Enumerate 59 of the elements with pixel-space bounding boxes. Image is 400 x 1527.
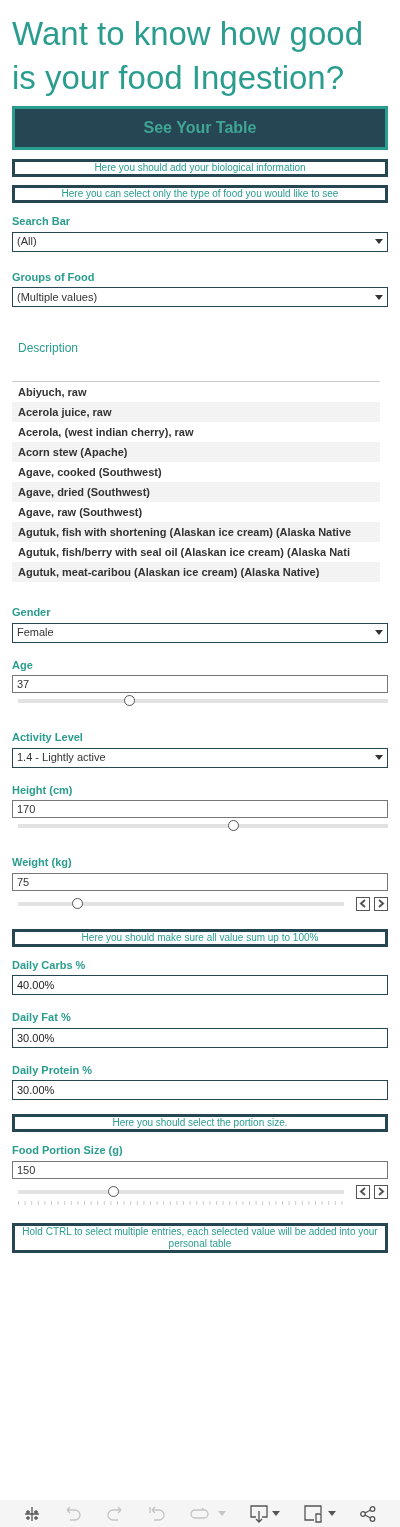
caret-icon[interactable] (328, 1511, 336, 1516)
caret-icon (375, 630, 383, 635)
next-button[interactable] (374, 896, 388, 911)
list-item[interactable]: Agave, dried (Southwest) (12, 482, 380, 502)
list-item[interactable]: Acorn stew (Apache) (12, 442, 380, 462)
field-label: Groups of Food (12, 269, 96, 285)
field-label: Weight (kg) (12, 855, 73, 870)
next-button[interactable] (374, 1184, 388, 1199)
input-field[interactable]: 170 (12, 800, 388, 818)
slider-track[interactable] (18, 901, 344, 906)
caret-icon (375, 239, 383, 244)
field-label: Daily Protein % (12, 1062, 94, 1078)
page-title: Want to know how good is your food Ingestion? (11, 14, 364, 98)
dropdown[interactable]: 1.4 - Lightly active (12, 747, 388, 768)
field-label: Food Portion Size (g) (12, 1143, 124, 1158)
slider-thumb[interactable] (71, 897, 83, 909)
list-item[interactable]: Acerola, (west indian cherry), raw (12, 422, 380, 442)
download-icon[interactable] (250, 1504, 268, 1523)
field-label: Height (cm) (12, 782, 74, 798)
input-field[interactable]: 75 (12, 872, 388, 891)
device-icon[interactable] (304, 1504, 324, 1523)
field-label: Gender (12, 605, 52, 620)
info-banner: Here you should make sure all value sum up to 100% (12, 928, 388, 947)
logo-icon[interactable] (24, 1505, 40, 1522)
input-field[interactable]: 150 (12, 1160, 388, 1179)
info-banner: Here you should add your biological information (12, 159, 388, 177)
field-label: Search Bar (12, 214, 72, 229)
info-banner: Here you can select only the type of food you would like to see (12, 185, 388, 203)
dropdown[interactable]: (Multiple values) (12, 287, 388, 307)
previous-button[interactable] (356, 896, 370, 911)
caret-icon (375, 294, 383, 300)
previous-button[interactable] (356, 1184, 370, 1199)
input-field[interactable]: 30.00% (12, 1080, 388, 1100)
dropdown[interactable]: (All) (12, 231, 388, 252)
slider-thumb[interactable] (227, 820, 239, 831)
slider-thumb[interactable] (107, 1185, 119, 1197)
input-field[interactable]: 40.00% (12, 975, 388, 995)
field-label: Activity Level (12, 730, 84, 745)
list-item[interactable]: Agutuk, fish with shortening (Alaskan ice cream) (Alaska Native (12, 522, 380, 542)
input-field[interactable]: 37 (12, 675, 388, 693)
info-banner: Here you should select the portion size. (12, 1114, 388, 1132)
list-item[interactable]: Agave, raw (Southwest) (12, 502, 380, 522)
list-item[interactable]: Agutuk, fish/berry with seal oil (Alaskan ice cream) (Alaska Nati (12, 542, 380, 562)
list-item[interactable]: Acerola juice, raw (12, 402, 380, 422)
caret-icon[interactable] (272, 1511, 280, 1516)
slider-track[interactable] (18, 1189, 344, 1194)
field-label: Daily Fat % (12, 1010, 72, 1025)
caret-icon (375, 755, 383, 760)
info-banner: Hold CTRL to select multiple entries, each selected value will be added into your personal table (12, 1222, 388, 1253)
input-field[interactable]: 30.00% (12, 1027, 388, 1048)
list-item[interactable]: Abiyuch, raw (12, 382, 380, 402)
dropdown[interactable]: Female (12, 622, 388, 643)
field-label: Age (12, 657, 34, 673)
slider-thumb[interactable] (124, 695, 135, 706)
list-item[interactable]: Agave, cooked (Southwest) (12, 462, 380, 482)
field-label: Daily Carbs % (12, 957, 87, 973)
column-header: Description (12, 339, 380, 382)
share-icon[interactable] (360, 1505, 376, 1522)
list-item[interactable]: Agutuk, meat-caribou (Alaskan ice cream) (Alaska Native) (12, 562, 380, 582)
